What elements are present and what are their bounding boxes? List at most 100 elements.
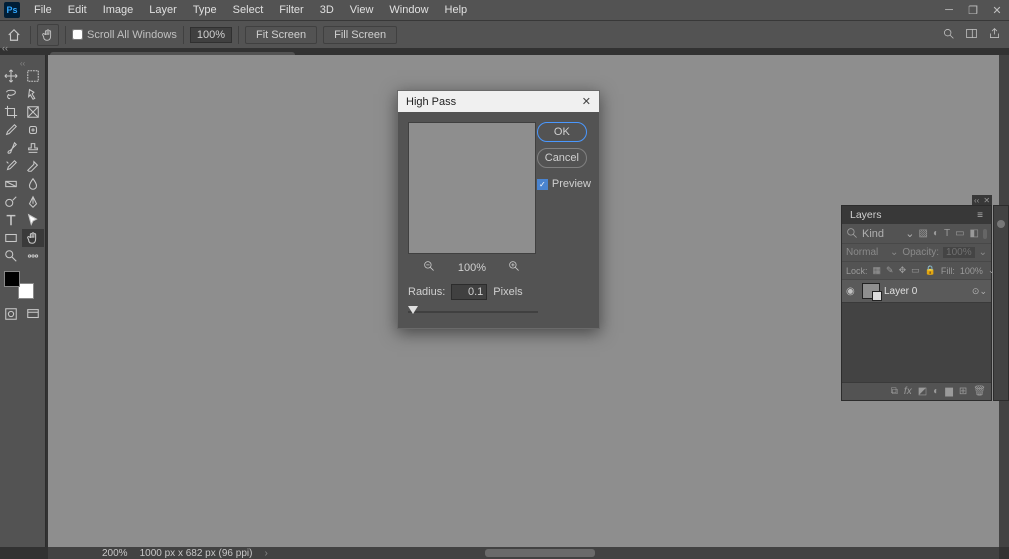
rectangle-tool[interactable] xyxy=(0,229,22,247)
layer-name[interactable]: Layer 0 xyxy=(884,286,968,297)
foreground-color[interactable] xyxy=(4,271,20,287)
brush-tool[interactable] xyxy=(0,139,22,157)
hand-tool-icon[interactable] xyxy=(37,24,59,46)
radius-label: Radius: xyxy=(408,286,445,298)
edit-toolbar-icon[interactable] xyxy=(22,247,44,265)
horizontal-scrollbar[interactable]: 200% 1000 px x 682 px (96 ppi) › xyxy=(48,547,999,559)
radius-input[interactable] xyxy=(451,284,487,300)
fill-value[interactable]: 100% xyxy=(960,266,983,276)
toolbox-grip-icon[interactable]: ‹‹ xyxy=(0,59,45,67)
panel-collapse-icon[interactable]: ‹‹ xyxy=(0,41,10,55)
screen-mode-icon[interactable] xyxy=(22,305,44,323)
blend-mode-select[interactable]: Normal xyxy=(846,247,886,258)
dialog-preview-area[interactable] xyxy=(408,122,536,254)
menu-type[interactable]: Type xyxy=(185,2,225,18)
marquee-tool[interactable] xyxy=(22,67,44,85)
menu-image[interactable]: Image xyxy=(95,2,142,18)
lasso-tool[interactable] xyxy=(0,85,22,103)
type-tool[interactable] xyxy=(0,211,22,229)
search-icon[interactable] xyxy=(942,27,955,43)
blur-tool[interactable] xyxy=(22,175,44,193)
panel-menu-icon[interactable]: ≡ xyxy=(977,210,983,221)
radius-slider[interactable] xyxy=(408,306,538,318)
delete-layer-icon[interactable]: 🗑 xyxy=(973,386,986,397)
dodge-tool[interactable] xyxy=(0,193,22,211)
layer-fx-icon[interactable]: fx xyxy=(904,386,912,397)
lock-pixels-icon[interactable]: ✎ xyxy=(886,265,894,276)
healing-tool[interactable] xyxy=(22,121,44,139)
move-tool[interactable] xyxy=(0,67,22,85)
layer-list: ◉ Layer 0 ⊙⌄ xyxy=(842,280,991,382)
menu-view[interactable]: View xyxy=(342,2,382,18)
gradient-tool[interactable] xyxy=(0,175,22,193)
panel-collapse-grip[interactable]: ‹‹✕ xyxy=(972,195,992,205)
menu-help[interactable]: Help xyxy=(437,2,476,18)
maximize-icon[interactable]: ❐ xyxy=(961,0,985,20)
filter-pixel-icon[interactable]: ▧ xyxy=(918,228,927,239)
menu-filter[interactable]: Filter xyxy=(271,2,311,18)
frame-tool[interactable] xyxy=(22,103,44,121)
stamp-tool[interactable] xyxy=(22,139,44,157)
status-doc-info[interactable]: 1000 px x 682 px (96 ppi) xyxy=(140,548,253,559)
lock-transparency-icon[interactable]: ▦ xyxy=(873,265,882,276)
share-icon[interactable] xyxy=(988,27,1001,43)
visibility-icon[interactable]: ◉ xyxy=(846,286,858,297)
ok-button[interactable]: OK xyxy=(537,122,587,142)
zoom-tool[interactable] xyxy=(0,247,22,265)
dialog-close-icon[interactable]: ✕ xyxy=(582,95,591,108)
pen-tool[interactable] xyxy=(22,193,44,211)
status-zoom[interactable]: 200% xyxy=(102,548,128,559)
close-icon[interactable]: ✕ xyxy=(985,0,1009,20)
preview-checkbox[interactable]: ✓ Preview xyxy=(537,178,591,190)
layer-filter-type[interactable]: Kind ⌄ xyxy=(846,227,914,240)
fill-screen-button[interactable]: Fill Screen xyxy=(323,26,397,44)
filter-toggle-icon[interactable] xyxy=(983,229,987,239)
color-swatches[interactable] xyxy=(4,271,34,299)
quick-mask-icon[interactable] xyxy=(0,305,22,323)
history-brush-tool[interactable] xyxy=(0,157,22,175)
lock-position-icon[interactable]: ✥ xyxy=(899,265,907,276)
zoom-out-icon[interactable] xyxy=(423,260,436,276)
crop-tool[interactable] xyxy=(0,103,22,121)
eyedropper-tool[interactable] xyxy=(0,121,22,139)
fit-screen-button[interactable]: Fit Screen xyxy=(245,26,317,44)
group-icon[interactable]: ▆ xyxy=(945,386,953,397)
minimize-icon[interactable]: ─ xyxy=(937,0,961,20)
quick-select-tool[interactable] xyxy=(22,85,44,103)
scroll-all-windows-checkbox[interactable]: Scroll All Windows xyxy=(72,29,177,41)
workspace-icon[interactable] xyxy=(965,27,978,43)
hand-tool[interactable] xyxy=(22,229,44,247)
layers-panel-tab[interactable]: Layers ≡ xyxy=(842,206,991,224)
status-chevron-icon[interactable]: › xyxy=(264,548,267,559)
dialog-titlebar[interactable]: High Pass ✕ xyxy=(398,91,599,112)
eraser-tool[interactable] xyxy=(22,157,44,175)
layer-row[interactable]: ◉ Layer 0 ⊙⌄ xyxy=(842,280,991,303)
filter-type-icon[interactable]: T xyxy=(944,228,950,239)
layer-link-icon[interactable]: ⊙⌄ xyxy=(972,286,987,297)
new-layer-icon[interactable]: ⊞ xyxy=(959,386,967,397)
menu-bar: Ps File Edit Image Layer Type Select Fil… xyxy=(0,0,1009,20)
menu-edit[interactable]: Edit xyxy=(60,2,95,18)
filter-adjust-icon[interactable]: ◐ xyxy=(933,228,939,239)
zoom-field[interactable]: 100% xyxy=(190,27,232,43)
opacity-value[interactable]: 100% xyxy=(943,247,975,258)
path-select-tool[interactable] xyxy=(22,211,44,229)
layer-mask-icon[interactable]: ◩ xyxy=(918,386,927,397)
lock-all-icon[interactable]: 🔒 xyxy=(925,265,936,276)
menu-window[interactable]: Window xyxy=(381,2,436,18)
right-dock[interactable] xyxy=(993,205,1009,401)
menu-3d[interactable]: 3D xyxy=(312,2,342,18)
cancel-button[interactable]: Cancel xyxy=(537,148,587,168)
menu-layer[interactable]: Layer xyxy=(141,2,185,18)
filter-shape-icon[interactable]: ▭ xyxy=(955,228,964,239)
link-layers-icon[interactable]: ⧉ xyxy=(891,386,898,397)
zoom-in-icon[interactable] xyxy=(508,260,521,276)
adjustment-layer-icon[interactable]: ◐ xyxy=(933,386,939,397)
opacity-label: Opacity: xyxy=(902,247,939,258)
background-color[interactable] xyxy=(18,283,34,299)
lock-artboard-icon[interactable]: ▭ xyxy=(911,265,920,276)
menu-select[interactable]: Select xyxy=(225,2,272,18)
menu-file[interactable]: File xyxy=(26,2,60,18)
filter-smart-icon[interactable]: ◧ xyxy=(970,228,979,239)
layer-thumbnail[interactable] xyxy=(862,283,880,299)
